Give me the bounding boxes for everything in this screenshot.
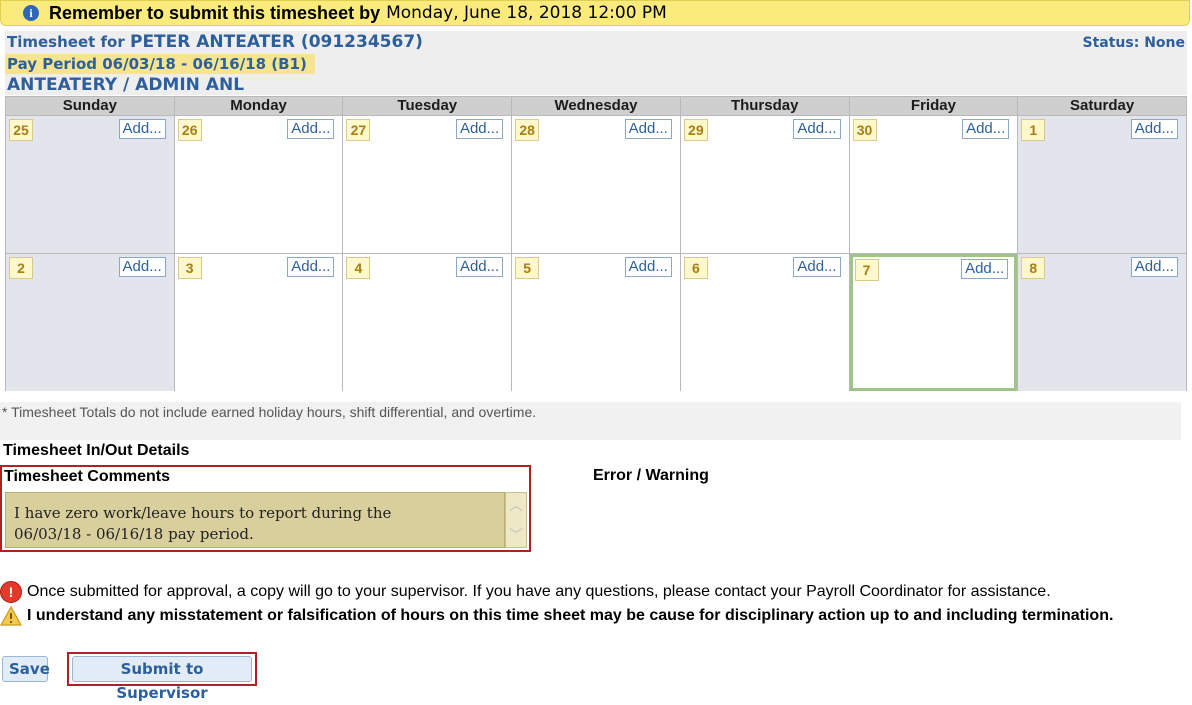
add-entry-button[interactable]: Add... <box>961 259 1009 279</box>
submit-notice: ! Once submitted for approval, a copy wi… <box>0 581 1051 603</box>
day-header-saturday: Saturday <box>1018 97 1186 115</box>
calendar-day-cell[interactable]: 25 Add... <box>6 116 174 253</box>
day-number: 29 <box>683 119 708 141</box>
comments-textarea[interactable]: I have zero work/leave hours to report d… <box>5 492 505 548</box>
scroll-up-icon[interactable]: ︿ <box>509 495 523 515</box>
timesheet-header: Timesheet for PETER ANTEATER (091234567)… <box>5 31 1187 95</box>
calendar-day-cell[interactable]: 5 Add... <box>512 254 680 391</box>
submit-notice-text: Once submitted for approval, a copy will… <box>27 583 1051 600</box>
falsification-warning: I understand any misstatement or falsifi… <box>0 606 1113 626</box>
error-warning-title: Error / Warning <box>593 467 709 484</box>
calendar-day-cell[interactable]: 30 Add... <box>849 116 1018 253</box>
day-header-wednesday: Wednesday <box>512 97 680 115</box>
info-icon: i <box>23 5 39 21</box>
comments-scrollbar[interactable]: ︿ ﹀ <box>505 492 527 548</box>
totals-footnote: * Timesheet Totals do not include earned… <box>0 402 1181 440</box>
add-entry-button[interactable]: Add... <box>118 119 166 139</box>
day-header-tuesday: Tuesday <box>343 97 512 115</box>
day-number: 5 <box>515 257 540 279</box>
day-number: 26 <box>177 119 202 141</box>
day-number: 7 <box>854 259 879 281</box>
day-number: 27 <box>346 119 371 141</box>
day-number: 3 <box>177 257 202 279</box>
day-number: 28 <box>515 119 540 141</box>
calendar-day-cell[interactable]: 3 Add... <box>174 254 343 391</box>
add-entry-button[interactable]: Add... <box>287 119 335 139</box>
status-label: Status: None <box>1082 35 1185 51</box>
calendar-day-cell[interactable]: 8 Add... <box>1018 254 1186 391</box>
day-number: 25 <box>9 119 33 141</box>
day-number: 8 <box>1021 257 1046 279</box>
day-number: 4 <box>346 257 371 279</box>
calendar-day-cell[interactable]: 4 Add... <box>343 254 512 391</box>
add-entry-button[interactable]: Add... <box>455 257 504 277</box>
day-header-monday: Monday <box>174 97 343 115</box>
scroll-down-icon[interactable]: ﹀ <box>509 525 523 545</box>
calendar-day-cell[interactable]: 29 Add... <box>680 116 849 253</box>
calendar-day-cell[interactable]: 2 Add... <box>6 254 174 391</box>
day-number: 6 <box>683 257 708 279</box>
day-number: 1 <box>1021 119 1046 141</box>
day-header-sunday: Sunday <box>6 97 174 115</box>
warning-text: I understand any misstatement or falsifi… <box>27 607 1114 624</box>
day-number: 2 <box>9 257 33 279</box>
alert-icon: ! <box>0 581 22 603</box>
comments-title: Timesheet Comments <box>4 468 170 485</box>
reminder-message: Remember to submit this timesheet by <box>49 2 381 23</box>
add-entry-button[interactable]: Add... <box>118 257 166 277</box>
day-header-friday: Friday <box>849 97 1018 115</box>
reminder-deadline: Monday, June 18, 2018 12:00 PM <box>386 3 667 23</box>
add-entry-button[interactable]: Add... <box>1130 257 1178 277</box>
calendar-day-cell[interactable]: 28 Add... <box>512 116 680 253</box>
add-entry-button[interactable]: Add... <box>793 257 841 277</box>
add-entry-button[interactable]: Add... <box>1130 119 1178 139</box>
warning-icon <box>0 606 22 626</box>
submit-to-supervisor-button[interactable]: Submit to Supervisor <box>72 656 252 702</box>
pay-period: Pay Period 06/03/18 - 06/16/18 (B1) <box>5 54 315 74</box>
add-entry-button[interactable]: Add... <box>793 119 841 139</box>
employee-name: PETER ANTEATER (091234567) <box>129 32 423 52</box>
department: ANTEATERY / ADMIN ANL <box>7 75 245 95</box>
employee-heading: Timesheet for PETER ANTEATER (091234567) <box>7 32 423 52</box>
add-entry-button[interactable]: Add... <box>962 119 1010 139</box>
save-button[interactable]: Save <box>2 656 50 682</box>
submission-reminder-banner: i Remember to submit this timesheet by M… <box>0 0 1190 26</box>
timesheet-for-label: Timesheet for <box>7 33 130 51</box>
timesheet-calendar: Sunday Monday Tuesday Wednesday Thursday… <box>5 96 1187 391</box>
day-number: 30 <box>852 119 877 141</box>
calendar-day-cell[interactable]: 27 Add... <box>343 116 512 253</box>
add-entry-button[interactable]: Add... <box>287 257 335 277</box>
inout-details-title: Timesheet In/Out Details <box>3 442 190 459</box>
add-entry-button[interactable]: Add... <box>455 119 504 139</box>
calendar-day-cell[interactable]: 1 Add... <box>1018 116 1186 253</box>
add-entry-button[interactable]: Add... <box>624 257 672 277</box>
calendar-day-cell[interactable]: 26 Add... <box>174 116 343 253</box>
calendar-day-cell[interactable]: 6 Add... <box>680 254 849 391</box>
calendar-day-cell-selected[interactable]: 7 Add... <box>849 254 1018 391</box>
comments-section: Timesheet Comments I have zero work/leav… <box>0 465 531 552</box>
add-entry-button[interactable]: Add... <box>624 119 672 139</box>
day-header-thursday: Thursday <box>680 97 849 115</box>
